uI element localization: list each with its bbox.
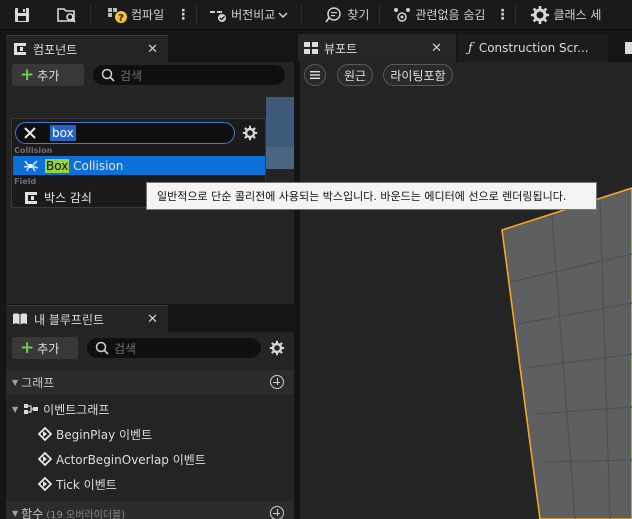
viewport-icon[interactable]	[625, 42, 632, 54]
search-placeholder: 검색	[120, 68, 143, 83]
folder-search-icon	[57, 7, 76, 23]
my-blueprint-tab[interactable]: 내 블루프린트 ✕	[6, 305, 168, 332]
viewport-tab[interactable]: 뷰포트 ✕	[298, 34, 456, 62]
event-icon	[38, 427, 52, 441]
blueprint-search-input[interactable]: 검색	[86, 337, 262, 359]
function-icon: ƒ	[468, 40, 473, 56]
hide-unrelated-label: 관련없음 숨김	[415, 8, 486, 22]
construction-script-tab[interactable]: ƒ Construction Scr...	[458, 34, 608, 62]
search-placeholder: 검색	[114, 341, 137, 356]
save-button[interactable]	[0, 0, 44, 30]
settings-gear-icon[interactable]	[269, 340, 285, 356]
dropdown-category-field: Field	[14, 177, 37, 186]
event-label: Tick 이벤트	[56, 477, 117, 492]
diff-icon	[210, 10, 227, 22]
field-component-icon	[25, 191, 37, 204]
item-label: Collision	[69, 158, 124, 173]
add-graph-icon[interactable]	[270, 375, 284, 389]
event-row-actorbeginoverlap[interactable]: ActorBeginOverlap 이벤트	[38, 448, 206, 470]
box-collision-preview[interactable]	[300, 62, 632, 519]
viewport-icon	[304, 42, 318, 54]
main-toolbar: ? 컴파일 ⋮ 버전비교 찾기 관련없음 숨김 ⋮ 클래스 세	[0, 0, 632, 30]
gear-icon	[531, 5, 550, 24]
compile-unknown-icon: ?	[108, 7, 127, 24]
dropdown-search-value: box	[50, 125, 76, 141]
close-icon[interactable]: ✕	[147, 42, 158, 57]
viewport-area: 뷰포트 ✕ ƒ Construction Scr... 원근 라이팅포함	[298, 31, 632, 519]
event-icon	[38, 477, 52, 491]
component-tree-row[interactable]	[266, 147, 294, 169]
find-button[interactable]: 찾기	[302, 0, 369, 30]
components-tab-label: 컴포넌트	[33, 42, 78, 57]
diff-button[interactable]: 버전비교	[197, 0, 289, 30]
item-label: 박스 감쇠	[44, 191, 92, 205]
construction-tab-label: Construction Scr...	[478, 41, 589, 55]
add-member-button[interactable]: + 추가	[12, 337, 78, 359]
add-component-button[interactable]: + 추가	[12, 64, 84, 86]
component-tree-row[interactable]	[266, 97, 294, 147]
close-icon[interactable]: ✕	[431, 41, 442, 56]
functions-section-label: 함수	[21, 506, 44, 519]
dropdown-category-collision: Collision	[14, 146, 53, 155]
dropdown-item-box-collision[interactable]: Box Collision	[13, 156, 265, 175]
graphs-section-header[interactable]: ▼ 그래프	[6, 370, 293, 394]
event-graph-row[interactable]: ▼ 이벤트그래프	[6, 398, 109, 420]
class-settings-label: 클래스 세	[553, 8, 602, 22]
graph-icon	[24, 404, 39, 414]
collapse-arrow-icon: ▼	[12, 377, 19, 387]
functions-section-header[interactable]: ▼ 함수 (19 오버라이더블)	[6, 501, 293, 519]
svg-text:?: ?	[118, 13, 124, 24]
component-search-input[interactable]: 검색	[92, 64, 286, 86]
plus-icon: +	[20, 64, 35, 85]
find-icon	[325, 6, 342, 23]
event-row-tick[interactable]: Tick 이벤트	[38, 473, 117, 495]
dropdown-search-input[interactable]: box	[15, 122, 235, 144]
save-icon	[15, 7, 29, 22]
compile-button[interactable]: ? 컴파일	[91, 0, 164, 30]
compile-label: 컴파일	[131, 8, 165, 22]
components-tab[interactable]: 컴포넌트 ✕	[6, 35, 168, 62]
find-label: 찾기	[347, 8, 370, 22]
match-highlight: Box	[45, 158, 70, 173]
viewport-tab-label: 뷰포트	[324, 41, 358, 56]
event-label: BeginPlay 이벤트	[56, 427, 153, 442]
event-label: ActorBeginOverlap 이벤트	[56, 452, 206, 467]
diff-label: 버전비교	[231, 8, 276, 22]
event-row-beginplay[interactable]: BeginPlay 이벤트	[38, 423, 152, 445]
hide-unrelated-options-icon[interactable]: ⋮	[489, 7, 515, 23]
book-icon	[13, 313, 27, 325]
add-component-label: 추가	[37, 68, 60, 83]
browse-button[interactable]	[44, 0, 90, 30]
compile-options-icon[interactable]: ⋮	[170, 7, 196, 23]
viewport-canvas[interactable]: 원근 라이팅포함	[300, 62, 632, 519]
close-icon[interactable]: ✕	[147, 312, 158, 327]
hide-unrelated-icon	[394, 7, 411, 22]
search-icon	[101, 68, 115, 82]
collision-icon	[23, 159, 39, 171]
left-panel-column: 컴포넌트 ✕ + 추가 검색 box Collision Box Collisi…	[0, 31, 298, 519]
hide-unrelated-button[interactable]: 관련없음 숨김	[380, 0, 485, 30]
add-function-icon[interactable]	[270, 506, 284, 519]
settings-gear-icon[interactable]	[242, 125, 258, 141]
graphs-section-label: 그래프	[21, 375, 55, 390]
expand-arrow-icon: ▼	[12, 404, 19, 414]
event-icon	[38, 452, 52, 466]
chevron-down-icon	[278, 11, 288, 18]
plus-icon: +	[20, 337, 35, 358]
components-icon	[14, 43, 26, 55]
search-icon	[95, 341, 109, 355]
add-member-label: 추가	[37, 341, 60, 356]
collapse-arrow-icon: ▼	[12, 508, 19, 518]
my-blueprint-tab-label: 내 블루프린트	[34, 312, 105, 327]
component-tooltip: 일반적으로 단순 콜리전에 사용되는 박스입니다. 바운드는 에디터에 선으로 …	[146, 182, 597, 210]
functions-note: (19 오버라이더블)	[46, 509, 126, 519]
clear-search-icon[interactable]	[22, 125, 38, 141]
class-settings-button[interactable]: 클래스 세	[516, 0, 601, 30]
event-graph-label: 이벤트그래프	[43, 402, 110, 417]
